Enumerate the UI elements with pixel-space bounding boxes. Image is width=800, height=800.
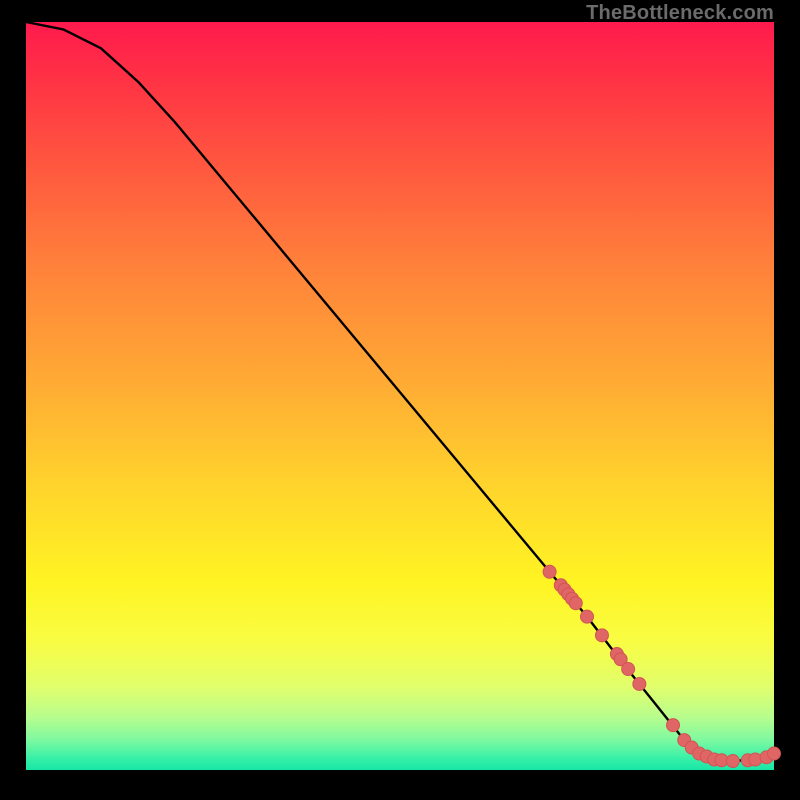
curve-marker — [749, 753, 762, 766]
bottleneck-curve — [26, 22, 774, 761]
curve-marker — [569, 597, 582, 610]
curve-marker — [622, 663, 635, 676]
curve-marker — [768, 747, 781, 760]
curve-marker — [667, 719, 680, 732]
plot-area — [26, 22, 774, 770]
chart-stage: TheBottleneck.com — [0, 0, 800, 800]
chart-svg — [26, 22, 774, 770]
curve-marker — [543, 565, 556, 578]
curve-marker — [633, 677, 646, 690]
curve-marker — [581, 610, 594, 623]
curve-markers — [543, 565, 780, 767]
curve-marker — [595, 629, 608, 642]
curve-marker — [726, 755, 739, 768]
